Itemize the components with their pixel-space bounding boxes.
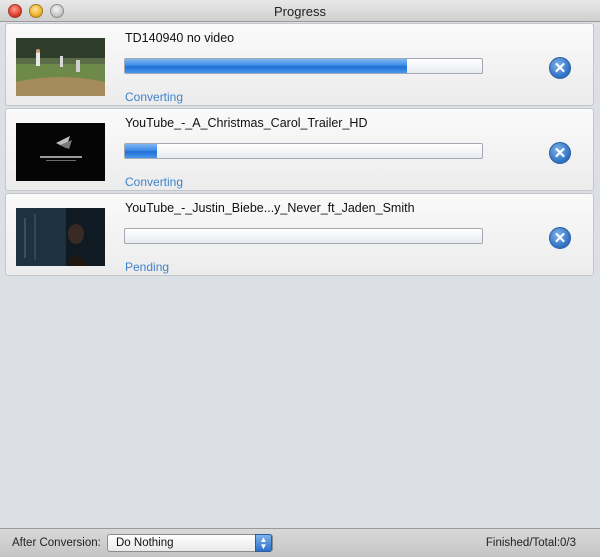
bottom-bar: After Conversion: Do Nothing ▲ ▼ Finished… [0, 528, 600, 557]
after-conversion-value: Do Nothing [116, 537, 174, 549]
remove-item-button[interactable]: ✕ [549, 142, 571, 164]
progress-fill [125, 59, 408, 73]
remove-item-button[interactable]: ✕ [549, 57, 571, 79]
remove-item-button[interactable]: ✕ [549, 227, 571, 249]
item-status: Converting [125, 90, 184, 104]
after-conversion-label: After Conversion: [12, 537, 101, 549]
title-bar: Progress [0, 0, 600, 22]
progress-bar [124, 58, 483, 74]
window-title: Progress [273, 4, 327, 19]
item-status: Converting [125, 175, 184, 189]
after-conversion-select[interactable]: Do Nothing ▲ ▼ [107, 534, 273, 552]
progress-bar [124, 143, 483, 159]
conversion-item: YouTube_-_Justin_Biebe...y_Never_ft_Jade… [5, 193, 594, 276]
conversion-item: TD140940 no video Converting ✕ [5, 23, 594, 106]
video-thumbnail [16, 38, 105, 96]
finished-total-text: Finished/Total:0/3 [485, 537, 576, 549]
video-thumbnail [16, 208, 105, 266]
conversion-list: TD140940 no video Converting ✕ YouTube_-… [5, 23, 594, 278]
conversion-item: YouTube_-_A_Christmas_Carol_Trailer_HD C… [5, 108, 594, 191]
up-down-arrows-icon: ▲ ▼ [255, 534, 272, 552]
close-x-icon: ✕ [553, 229, 567, 247]
progress-fill [125, 144, 158, 158]
studio-logo-thumbnail [16, 123, 105, 181]
close-x-icon: ✕ [553, 144, 567, 162]
item-name: TD140940 no video [125, 31, 235, 45]
close-x-icon: ✕ [553, 59, 567, 77]
baseball-field-thumbnail [16, 38, 105, 96]
video-thumbnail [16, 123, 105, 181]
item-name: YouTube_-_A_Christmas_Carol_Trailer_HD [125, 116, 368, 130]
progress-bar [124, 228, 483, 244]
dark-scene-thumbnail [16, 208, 105, 266]
item-status: Pending [125, 260, 170, 274]
item-name: YouTube_-_Justin_Biebe...y_Never_ft_Jade… [125, 201, 415, 215]
